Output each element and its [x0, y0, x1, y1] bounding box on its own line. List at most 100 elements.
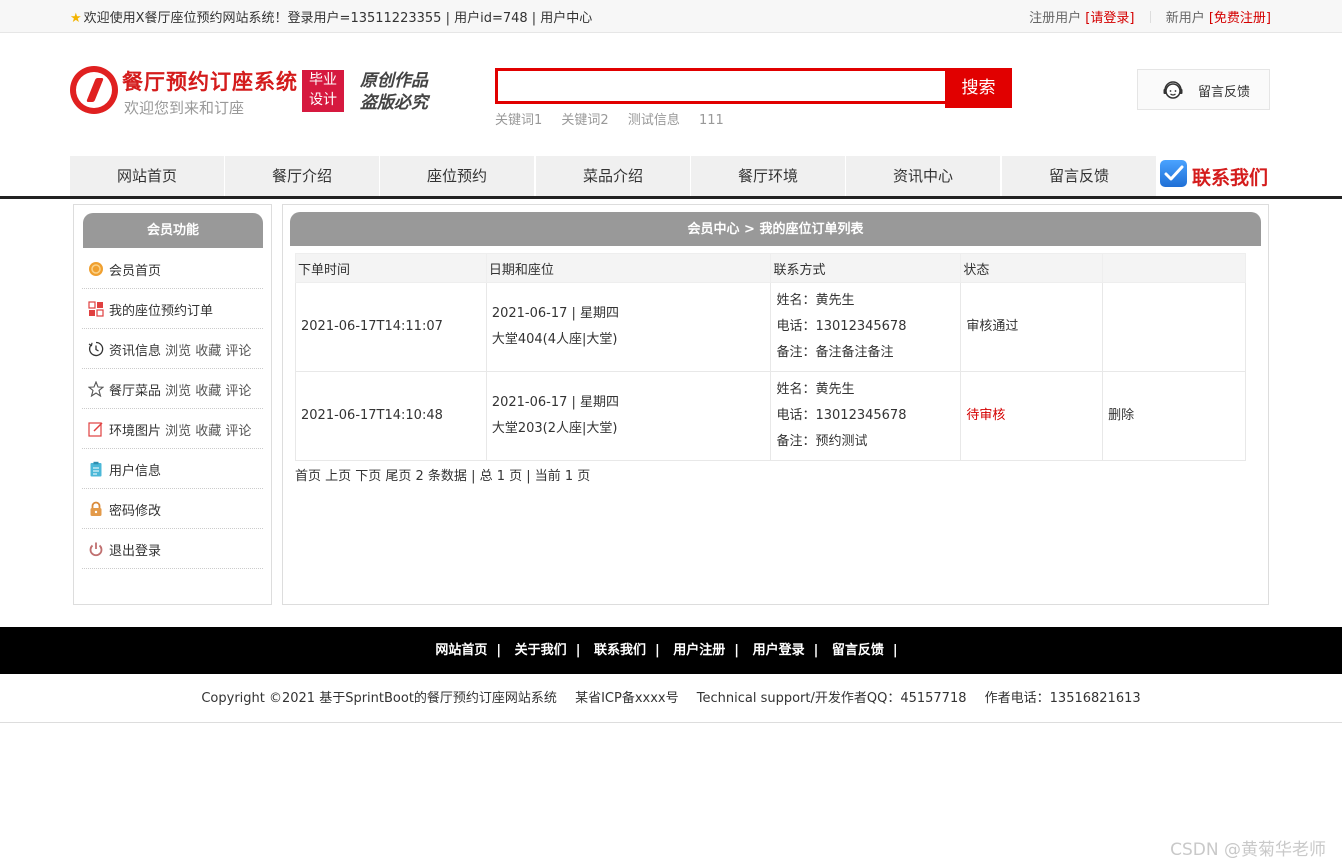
- keyword-link[interactable]: 111: [699, 113, 724, 128]
- pagination[interactable]: 首页 上页 下页 尾页 2 条数据 | 总 1 页 | 当前 1 页: [295, 465, 590, 484]
- sidebar-item-label: 密码修改: [109, 504, 162, 519]
- sidebar-item-label: 退出登录: [109, 544, 162, 559]
- sidebar-item-environment[interactable]: 环境图片 浏览 收藏 评论: [82, 409, 263, 449]
- order-date: 2021-06-17 | 星期四: [491, 395, 620, 410]
- site-subtitle: 欢迎您到来和订座: [124, 99, 245, 117]
- watermark: CSDN @黄菊华老师: [1170, 840, 1326, 860]
- sidebar-item-label: 餐厅菜品 浏览 收藏 评论: [109, 380, 251, 399]
- nav-restaurant-intro[interactable]: 餐厅介绍: [225, 156, 380, 196]
- column-header: 联系方式: [770, 253, 962, 283]
- contact-cell: 姓名：黄先生 电话：13012345678 备注：预约测试: [770, 371, 962, 461]
- order-seat: 大堂203(2人座|大堂): [491, 421, 618, 436]
- nav-news[interactable]: 资讯中心: [846, 156, 1001, 196]
- logo-icon[interactable]: [70, 66, 118, 114]
- clock-icon: [88, 341, 104, 357]
- feedback-button[interactable]: 留言反馈: [1137, 69, 1270, 110]
- sidebar-item-actions[interactable]: 浏览 收藏 评论: [161, 424, 251, 439]
- coin-icon: [89, 262, 103, 276]
- footer-link-feedback[interactable]: 留言反馈: [832, 643, 884, 658]
- slogan-line-2: 盗版必究: [360, 93, 428, 113]
- badge-line-2: 设计: [309, 92, 337, 108]
- column-header: 日期和座位: [485, 253, 772, 283]
- author-phone: 作者电话：13516821613: [984, 691, 1141, 706]
- column-header: 下单时间: [295, 253, 487, 283]
- sidebar-item-dishes[interactable]: 餐厅菜品 浏览 收藏 评论: [82, 369, 263, 409]
- copyright-text: Copyright ©2021 基于SprintBoot的餐厅预约订座网站系统: [201, 691, 557, 706]
- nav-home[interactable]: 网站首页: [70, 156, 225, 196]
- status-badge: 审核通过: [960, 282, 1104, 372]
- sidebar-item-logout[interactable]: 退出登录: [82, 529, 263, 569]
- welcome-text: ★ 欢迎使用X餐厅座位预约网站系统！登录用户=13511223355 | 用户id…: [70, 7, 592, 26]
- date-seat-cell: 2021-06-17 | 星期四 大堂404(4人座|大堂): [485, 282, 772, 372]
- badge-line-1: 毕业: [309, 72, 337, 88]
- sidebar-item-user-info[interactable]: 用户信息: [82, 449, 263, 489]
- search-input[interactable]: [498, 71, 945, 101]
- slogan-line-1: 原创作品: [360, 71, 428, 91]
- sidebar-item-text: 资讯信息: [109, 344, 162, 359]
- sidebar-item-label: 用户信息: [109, 464, 162, 479]
- sidebar-item-member-home[interactable]: 会员首页: [82, 249, 263, 289]
- contact-phone: 电话：13012345678: [776, 319, 907, 334]
- star-icon: ★: [70, 11, 82, 26]
- nav-feedback[interactable]: 留言反馈: [1002, 156, 1157, 196]
- table-header-row: 下单时间 日期和座位 联系方式 状态: [295, 253, 1246, 283]
- sidebar-item-label: 我的座位预约订单: [109, 304, 214, 319]
- footer-links: 网站首页 | 关于我们 | 联系我们 | 用户注册 | 用户登录 | 留言反馈 |: [0, 627, 1342, 674]
- headset-icon: [1163, 81, 1183, 99]
- delete-link[interactable]: 删除: [1108, 408, 1134, 423]
- register-user-label: 注册用户: [1029, 11, 1082, 26]
- contact-name: 姓名：黄先生: [776, 382, 855, 397]
- slogan: 原创作品 盗版必究: [360, 70, 450, 114]
- footer-link-contact[interactable]: 联系我们: [594, 643, 646, 658]
- account-links: 注册用户 [请登录] 新用户 [免费注册]: [1029, 7, 1271, 26]
- sidebar-item-text: 餐厅菜品: [109, 384, 162, 399]
- nav-dishes[interactable]: 菜品介绍: [536, 156, 691, 196]
- support-text: Technical support/开发作者QQ：45157718: [696, 691, 967, 706]
- top-bar: ★ 欢迎使用X餐厅座位预约网站系统！登录用户=13511223355 | 用户id…: [0, 0, 1342, 33]
- order-seat: 大堂404(4人座|大堂): [491, 332, 618, 347]
- column-header: [1102, 253, 1246, 283]
- contact-name: 姓名：黄先生: [776, 293, 855, 308]
- contact-note: 备注：备注备注备注: [776, 345, 894, 360]
- action-cell: [1102, 282, 1246, 372]
- keyword-link[interactable]: 关键词1: [495, 113, 542, 128]
- clipboard-icon: [90, 461, 102, 477]
- order-time: 2021-06-17T14:10:48: [295, 371, 487, 461]
- search-box: [495, 68, 945, 104]
- lock-icon: [90, 501, 102, 516]
- order-date: 2021-06-17 | 星期四: [491, 306, 620, 321]
- site-title: 餐厅预约订座系统: [122, 70, 298, 94]
- member-sidebar: 会员功能 会员首页 我的座位预约订单 资讯信息 浏览 收藏 评论 餐厅菜品 浏览…: [73, 204, 272, 605]
- order-panel: 会员中心 > 我的座位订单列表 下单时间 日期和座位 联系方式 状态 2021-…: [282, 204, 1269, 605]
- keyword-link[interactable]: 关键词2: [561, 113, 608, 128]
- contact-cell: 姓名：黄先生 电话：13012345678 备注：备注备注备注: [770, 282, 962, 372]
- sidebar-item-news[interactable]: 资讯信息 浏览 收藏 评论: [82, 329, 263, 369]
- table-row: 2021-06-17T14:11:07 2021-06-17 | 星期四 大堂4…: [295, 282, 1246, 372]
- sidebar-item-my-orders[interactable]: 我的座位预约订单: [82, 289, 263, 329]
- date-seat-cell: 2021-06-17 | 星期四 大堂203(2人座|大堂): [485, 371, 772, 461]
- nav-environment[interactable]: 餐厅环境: [691, 156, 846, 196]
- sidebar-item-label: 资讯信息 浏览 收藏 评论: [109, 340, 251, 359]
- star-icon: [88, 381, 104, 397]
- footer-link-register[interactable]: 用户注册: [673, 643, 725, 658]
- keyword-link[interactable]: 测试信息: [628, 113, 680, 128]
- footer-link-home[interactable]: 网站首页: [435, 643, 487, 658]
- graduation-badge: 毕业 设计: [302, 70, 344, 112]
- edit-icon: [88, 422, 103, 437]
- sidebar-item-actions[interactable]: 浏览 收藏 评论: [161, 344, 251, 359]
- footer-link-about[interactable]: 关于我们: [515, 643, 567, 658]
- search-button[interactable]: 搜索: [945, 68, 1012, 108]
- login-link[interactable]: [请登录]: [1085, 11, 1134, 26]
- icp-text: 某省ICP备xxxx号: [575, 691, 679, 706]
- sidebar-item-password[interactable]: 密码修改: [82, 489, 263, 529]
- feedback-label: 留言反馈: [1198, 85, 1251, 100]
- nav-seat-booking[interactable]: 座位预约: [380, 156, 535, 196]
- sidebar-item-label: 会员首页: [109, 264, 162, 279]
- contact-note: 备注：预约测试: [776, 434, 868, 449]
- hot-keywords: 关键词1 关键词2 测试信息 111: [495, 109, 739, 128]
- new-user-label: 新用户: [1165, 11, 1205, 26]
- contact-phone: 电话：13012345678: [776, 408, 907, 423]
- sidebar-item-actions[interactable]: 浏览 收藏 评论: [161, 384, 251, 399]
- footer-link-login[interactable]: 用户登录: [753, 643, 805, 658]
- free-register-link[interactable]: [免费注册]: [1209, 11, 1271, 26]
